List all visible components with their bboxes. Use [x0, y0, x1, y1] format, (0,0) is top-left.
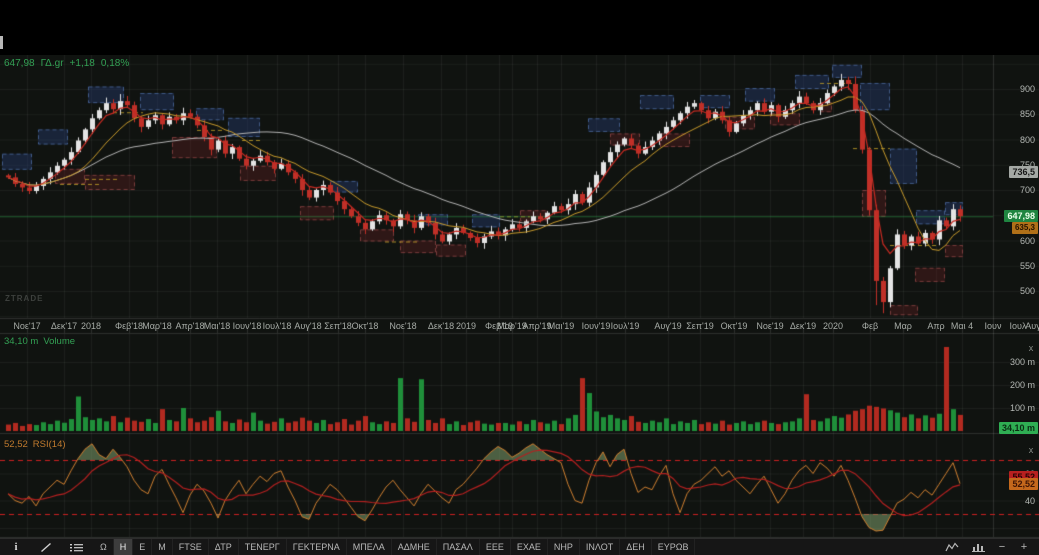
time-label: Αυγ'18: [294, 321, 322, 331]
volume-tick: 300 m: [1009, 357, 1035, 367]
time-label: Σεπ'18: [324, 321, 352, 331]
last-price-text: 647,98: [4, 58, 35, 69]
time-label: Μαι 4: [950, 321, 974, 331]
time-label: 2020: [822, 321, 844, 331]
scrollbar-notch[interactable]: [0, 36, 3, 49]
price-tick: 800: [1019, 134, 1035, 145]
time-label: Σεπ'19: [686, 321, 714, 331]
price-tick: 600: [1019, 235, 1035, 246]
time-label: Ιουν'19: [581, 321, 611, 331]
collapsed-top-panel: [0, 0, 1039, 55]
rsi-value-badge: 52,52: [1009, 478, 1038, 490]
zoom-out-button[interactable]: −: [996, 541, 1008, 553]
ztrade-watermark: ZTRADE: [5, 294, 44, 303]
volume-panel-label: 34,10 m Volume: [4, 336, 75, 347]
line-chart-icon[interactable]: [944, 540, 960, 554]
tab-Ε[interactable]: Ε: [133, 539, 153, 555]
time-label: Νοε'17: [13, 321, 41, 331]
tab-Ω[interactable]: Ω: [94, 539, 114, 555]
time-label: Φεβ: [861, 321, 879, 331]
price-tick: 550: [1019, 260, 1035, 271]
tab-ΕΥΡΩΒ[interactable]: ΕΥΡΩΒ: [652, 539, 696, 555]
last-price-badge: 647,98: [1004, 210, 1038, 222]
time-label: Απρ: [927, 321, 945, 331]
trading-app-window: 647,98 ΓΔ.gr +1,18 0,18% ZTRADE 34,10 m …: [0, 0, 1039, 555]
change-value: +1,18: [69, 58, 95, 69]
instrument-tabs: Ω Η Ε Μ FTSE ΔΤΡ ΤΕΝΕΡΓ ΓΕΚΤΕΡΝΑ ΜΠΕΛΑ ΑΔΜΗΕ ΠΑΣΑΛ…: [94, 539, 696, 555]
time-label: 2018: [80, 321, 102, 331]
toolbar-right-group: − +: [944, 539, 1039, 555]
tab-FTSE[interactable]: FTSE: [173, 539, 209, 555]
time-label: Μαρ: [894, 321, 912, 331]
tab-ΠΑΣΑΛ[interactable]: ΠΑΣΑΛ: [437, 539, 480, 555]
tab-ΕΧΑΕ[interactable]: ΕΧΑΕ: [511, 539, 548, 555]
time-label: Αυγ'19: [654, 321, 682, 331]
bottom-toolbar: i Ω Η Ε Μ FTSE ΔΤΡ ΤΕΝΕΡΓ ΓΕΚΤΕΡΝΑ ΜΠΕΛΑ ΑΔΜΗΕ ΠΑΣ…: [0, 538, 1039, 555]
time-label: Δεκ'19: [789, 321, 817, 331]
time-label: Δεκ'18: [427, 321, 455, 331]
volume-axis-badge: 34,10 m: [998, 422, 1038, 434]
time-label: Ιουλ: [1009, 321, 1027, 331]
watchlist-icon[interactable]: [68, 540, 84, 554]
time-label: Οκτ'18: [351, 321, 379, 331]
tab-ΜΠΕΛΑ[interactable]: ΜΠΕΛΑ: [347, 539, 392, 555]
info-icon[interactable]: i: [8, 540, 24, 554]
tab-ΕΕΕ[interactable]: ΕΕΕ: [480, 539, 511, 555]
symbol-name: ΓΔ.gr: [40, 58, 64, 69]
rsi-value: 52,52: [4, 439, 28, 450]
ma-slow-price-badge: 736,5: [1009, 166, 1038, 178]
tab-ΓΕΚΤΕΡΝΑ[interactable]: ΓΕΚΤΕΡΝΑ: [287, 539, 347, 555]
time-label: Αυγ: [1025, 321, 1039, 331]
price-tick: 500: [1019, 286, 1035, 296]
tab-ΔΕΗ[interactable]: ΔΕΗ: [620, 539, 652, 555]
tab-ΔΤΡ[interactable]: ΔΤΡ: [209, 539, 239, 555]
time-label: Ιουλ'19: [610, 321, 640, 331]
rsi-panel-label: 52,52 RSI(14): [4, 439, 66, 450]
volume-value: 34,10 m: [4, 336, 39, 347]
volume-tick: 200 m: [1009, 380, 1035, 390]
time-label: Οκτ'19: [720, 321, 748, 331]
volume-panel-close-icon[interactable]: x: [1024, 343, 1038, 353]
time-label: Νοε'18: [389, 321, 417, 331]
price-tick: 700: [1019, 185, 1035, 195]
time-label: Ιουν: [984, 321, 1002, 331]
rsi-indicator-name: RSI(14): [32, 439, 66, 450]
rsi-panel-close-icon[interactable]: x: [1024, 445, 1038, 455]
price-tick: 850: [1019, 109, 1035, 120]
tab-ΤΕΝΕΡΓ[interactable]: ΤΕΝΕΡΓ: [239, 539, 287, 555]
time-label: Ιουν'18: [232, 321, 262, 331]
tab-ΝΗΡ[interactable]: ΝΗΡ: [548, 539, 580, 555]
toolbar-icon-group: i: [0, 539, 94, 555]
time-label: Μαι'18: [203, 321, 231, 331]
tab-Μ[interactable]: Μ: [152, 539, 173, 555]
time-label: Ιουλ'18: [262, 321, 292, 331]
time-label: Δεκ'17: [50, 321, 78, 331]
volume-indicator-name: Volume: [43, 336, 76, 347]
volume-bars-icon[interactable]: [970, 540, 986, 554]
volume-tick: 100 m: [1009, 403, 1035, 413]
price-chart-canvas[interactable]: [0, 0, 1039, 538]
change-percent: 0,18%: [100, 58, 130, 69]
tab-Η[interactable]: Η: [113, 539, 134, 555]
time-label: 2019: [455, 321, 477, 331]
tab-ΑΔΜΗΕ[interactable]: ΑΔΜΗΕ: [392, 539, 437, 555]
zoom-in-button[interactable]: +: [1018, 541, 1030, 553]
time-label: Νοε'19: [756, 321, 784, 331]
time-label: Μαρ'18: [142, 321, 172, 331]
time-label: Μαι'19: [547, 321, 575, 331]
price-tick: 900: [1019, 84, 1035, 94]
rsi-tick: 40: [1024, 495, 1035, 506]
tab-ΙΝΛΟΤ[interactable]: ΙΝΛΟΤ: [580, 539, 621, 555]
draw-line-icon[interactable]: [38, 540, 54, 554]
time-label: Απρ'18: [175, 321, 205, 331]
ma-mid-price-badge: 635,3: [1011, 222, 1038, 234]
symbol-title: 647,98 ΓΔ.gr +1,18 0,18%: [4, 58, 129, 69]
time-label: Φεβ'18: [114, 321, 144, 331]
